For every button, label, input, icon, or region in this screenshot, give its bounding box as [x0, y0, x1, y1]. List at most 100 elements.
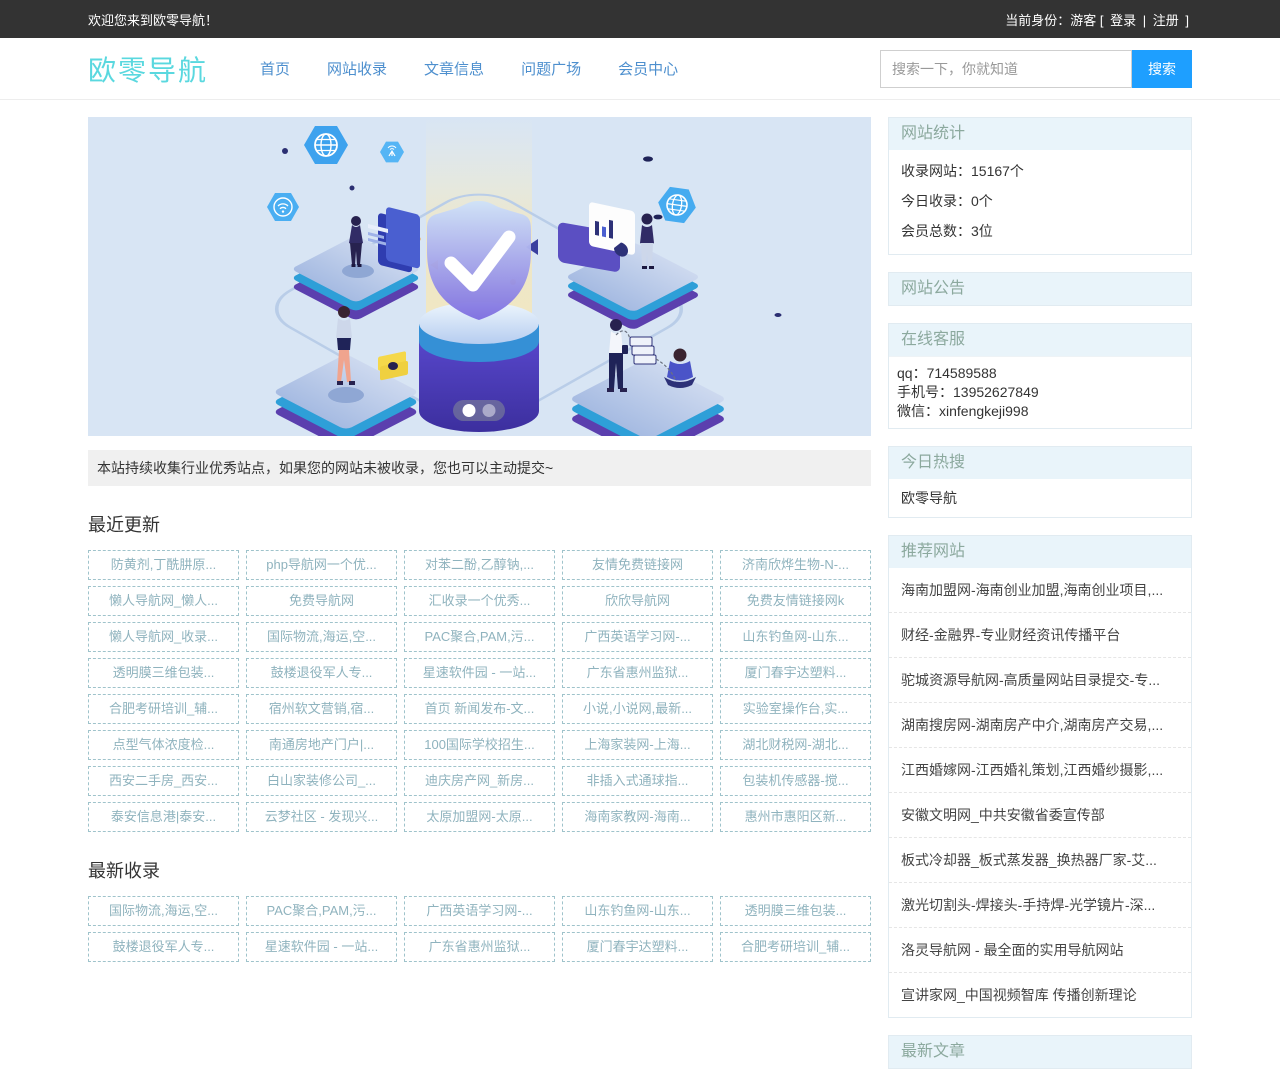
contact-line: 微信：xinfengkeji998	[897, 402, 1183, 421]
site-link[interactable]: 免费友情链接网k	[720, 586, 871, 616]
recommended-site-link[interactable]: 海南加盟网-海南创业加盟,海南创业项目,...	[889, 568, 1191, 613]
site-link[interactable]: 免费导航网	[246, 586, 397, 616]
site-link[interactable]: 实验室操作台,实...	[720, 694, 871, 724]
site-link[interactable]: 惠州市惠阳区新...	[720, 802, 871, 832]
identity-separator: |	[1143, 13, 1146, 28]
site-link[interactable]: php导航网一个优...	[246, 550, 397, 580]
site-link[interactable]: 透明膜三维包装...	[720, 896, 871, 926]
stats-box: 网站统计 收录网站：15167个今日收录：0个会员总数：3位	[888, 117, 1192, 255]
site-link[interactable]: 小说,小说网,最新...	[562, 694, 713, 724]
main-nav: 首页 网站收录 文章信息 问题广场 会员中心	[260, 58, 715, 79]
search-input[interactable]	[880, 50, 1132, 88]
site-link[interactable]: 点型气体浓度检...	[88, 730, 239, 760]
site-link[interactable]: 云梦社区 - 发现兴...	[246, 802, 397, 832]
site-link[interactable]: 星速软件园 - 一站...	[404, 658, 555, 688]
site-link[interactable]: 欣欣导航网	[562, 586, 713, 616]
service-box: 在线客服 qq：714589588手机号：13952627849微信：xinfe…	[888, 323, 1192, 429]
site-link[interactable]: 山东钓鱼网-山东...	[720, 622, 871, 652]
nav-link[interactable]: 问题广场	[521, 58, 581, 79]
recommend-title: 推荐网站	[889, 536, 1191, 568]
site-link[interactable]: 国际物流,海运,空...	[246, 622, 397, 652]
site-link[interactable]: 汇收录一个优秀...	[404, 586, 555, 616]
identity-suffix: ]	[1185, 13, 1189, 28]
nav-link[interactable]: 会员中心	[618, 58, 678, 79]
hot-search-item[interactable]: 欧零导航	[889, 479, 1191, 517]
site-link[interactable]: 首页 新闻发布-文...	[404, 694, 555, 724]
hot-search-title: 今日热搜	[889, 447, 1191, 479]
site-link[interactable]: 厦门春宇达塑料...	[562, 932, 713, 962]
recommended-site-link[interactable]: 板式冷却器_板式蒸发器_换热器厂家-艾...	[889, 838, 1191, 883]
site-link[interactable]: 懒人导航网_收录...	[88, 622, 239, 652]
identity-group: 当前身份：游客 [ 登录 | 注册 ]	[1002, 10, 1192, 29]
nav-link[interactable]: 首页	[260, 58, 290, 79]
recommended-site-link[interactable]: 湖南搜房网-湖南房产中介,湖南房产交易,...	[889, 703, 1191, 748]
site-link[interactable]: 广西英语学习网-...	[562, 622, 713, 652]
submit-notice: 本站持续收集行业优秀站点，如果您的网站未被收录，您也可以主动提交~	[88, 450, 871, 486]
site-link[interactable]: 鼓楼退役军人专...	[88, 932, 239, 962]
site-link[interactable]: 广西英语学习网-...	[404, 896, 555, 926]
site-link[interactable]: 湖北财税网-湖北...	[720, 730, 871, 760]
site-link[interactable]: 透明膜三维包装...	[88, 658, 239, 688]
site-link[interactable]: 星速软件园 - 一站...	[246, 932, 397, 962]
search-button[interactable]: 搜索	[1132, 50, 1192, 88]
site-link[interactable]: 国际物流,海运,空...	[88, 896, 239, 926]
site-link[interactable]: 对苯二酚,乙醇钠,...	[404, 550, 555, 580]
service-body: qq：714589588手机号：13952627849微信：xinfengkej…	[889, 356, 1191, 428]
login-link[interactable]: 登录	[1110, 13, 1136, 28]
hot-search-list: 欧零导航	[889, 479, 1191, 517]
recommended-site-link[interactable]: 江西婚嫁网-江西婚礼策划,江西婚纱摄影,...	[889, 748, 1191, 793]
site-link[interactable]: 合肥考研培训_辅...	[88, 694, 239, 724]
site-link[interactable]: 泰安信息港|泰安...	[88, 802, 239, 832]
site-link[interactable]: 南通房地产门户|...	[246, 730, 397, 760]
site-logo[interactable]: 欧零导航	[88, 49, 208, 89]
site-link[interactable]: 迪庆房产网_新房...	[404, 766, 555, 796]
carousel-indicator[interactable]	[453, 400, 505, 421]
identity-text: 当前身份：游客 [	[1005, 13, 1103, 28]
site-link[interactable]: 鼓楼退役军人专...	[246, 658, 397, 688]
site-link[interactable]: 广东省惠州监狱...	[404, 932, 555, 962]
service-title: 在线客服	[889, 324, 1191, 356]
site-link[interactable]: 广东省惠州监狱...	[562, 658, 713, 688]
site-link[interactable]: 上海家装网-上海...	[562, 730, 713, 760]
stats-title: 网站统计	[889, 118, 1191, 150]
nav-link[interactable]: 网站收录	[327, 58, 387, 79]
carousel-dot-active	[463, 404, 476, 417]
hot-search-box: 今日热搜 欧零导航	[888, 446, 1192, 518]
site-link[interactable]: 海南家教网-海南...	[562, 802, 713, 832]
carousel-dot-inactive	[483, 404, 496, 417]
banner-carousel[interactable]	[88, 117, 871, 436]
site-link[interactable]: 西安二手房_西安...	[88, 766, 239, 796]
search-bar: 搜索	[880, 50, 1192, 88]
stat-row: 今日收录：0个	[901, 186, 1179, 216]
site-link[interactable]: 非插入式通球指...	[562, 766, 713, 796]
site-link[interactable]: 太原加盟网-太原...	[404, 802, 555, 832]
site-link[interactable]: 友情免费链接网	[562, 550, 713, 580]
site-link[interactable]: 100国际学校招生...	[404, 730, 555, 760]
site-link[interactable]: 厦门春宇达塑料...	[720, 658, 871, 688]
site-link[interactable]: PAC聚合,PAM,污...	[404, 622, 555, 652]
site-link[interactable]: 济南欣烨生物-N-...	[720, 550, 871, 580]
site-link[interactable]: 山东钓鱼网-山东...	[562, 896, 713, 926]
site-link[interactable]: 防黄剂,丁酰肼原...	[88, 550, 239, 580]
site-link[interactable]: 白山家装修公司_...	[246, 766, 397, 796]
stat-row: 收录网站：15167个	[901, 156, 1179, 186]
recommended-site-link[interactable]: 洛灵导航网 - 最全面的实用导航网站	[889, 928, 1191, 973]
banner-illustration	[88, 117, 871, 436]
nav-link[interactable]: 文章信息	[424, 58, 484, 79]
site-link[interactable]: 懒人导航网_懒人...	[88, 586, 239, 616]
site-link[interactable]: PAC聚合,PAM,污...	[246, 896, 397, 926]
recommended-site-link[interactable]: 宣讲家网_中国视频智库 传播创新理论	[889, 973, 1191, 1017]
recommended-site-link[interactable]: 驼城资源导航网-高质量网站目录提交-专...	[889, 658, 1191, 703]
site-link[interactable]: 包装机传感器-搅...	[720, 766, 871, 796]
stats-body: 收录网站：15167个今日收录：0个会员总数：3位	[889, 150, 1191, 254]
register-link[interactable]: 注册	[1153, 13, 1179, 28]
recommended-site-link[interactable]: 财经-金融界-专业财经资讯传播平台	[889, 613, 1191, 658]
recommended-site-link[interactable]: 安徽文明网_中共安徽省委宣传部	[889, 793, 1191, 838]
topbar: 欢迎您来到欧零导航！ 当前身份：游客 [ 登录 | 注册 ]	[0, 0, 1280, 38]
site-link[interactable]: 宿州软文营销,宿...	[246, 694, 397, 724]
recommended-site-link[interactable]: 激光切割头-焊接头-手持焊-光学镜片-深...	[889, 883, 1191, 928]
header: 欧零导航 首页 网站收录 文章信息 问题广场 会员中心 搜索	[0, 38, 1280, 100]
stat-row: 会员总数：3位	[901, 216, 1179, 246]
latest-articles-box: 最新文章	[888, 1035, 1192, 1069]
site-link[interactable]: 合肥考研培训_辅...	[720, 932, 871, 962]
